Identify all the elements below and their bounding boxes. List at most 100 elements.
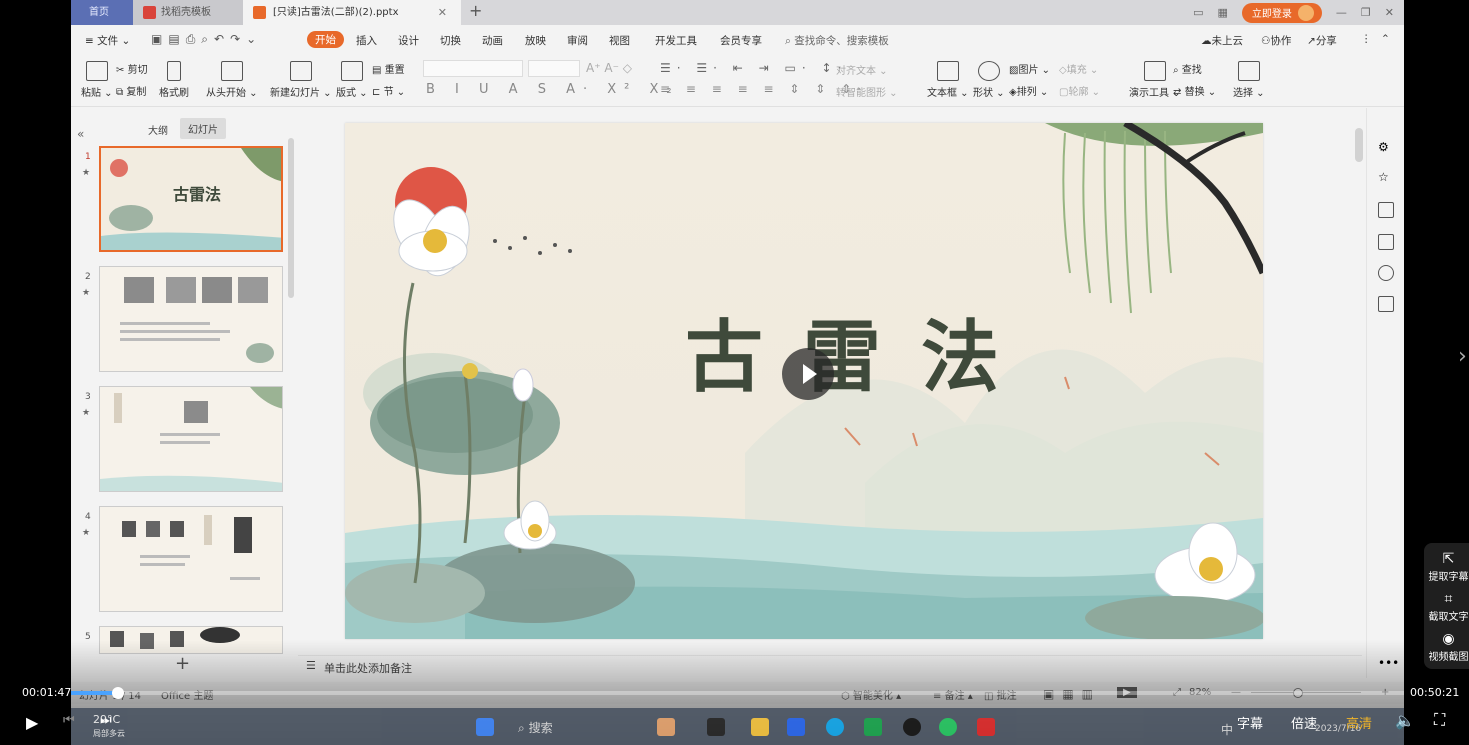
star-tool-icon[interactable]: ☆ <box>1378 170 1394 186</box>
add-slide-icon[interactable]: + <box>175 653 190 674</box>
close-window-icon[interactable]: ✕ <box>1385 6 1394 19</box>
app-icon[interactable] <box>707 718 725 736</box>
smartart-button[interactable]: 转智能图形 ⌄ <box>836 84 898 99</box>
slide-title[interactable]: 古雷法 <box>685 295 1039 407</box>
restore-icon[interactable]: ❐ <box>1361 6 1371 19</box>
quality-button[interactable]: 高清 <box>1346 713 1372 732</box>
image-tool-icon[interactable] <box>1378 234 1394 250</box>
export-icon[interactable]: ▤ <box>168 32 179 47</box>
from-start-button[interactable]: 从头开始 ⌄ <box>206 61 258 99</box>
more-icon[interactable]: ⌄ <box>246 32 256 47</box>
kebab-icon[interactable]: ⋮ <box>1361 33 1372 45</box>
ime-indicator[interactable]: 中 <box>1221 721 1233 738</box>
paste-button[interactable]: 粘贴 ⌄ <box>81 61 113 99</box>
video-screenshot-button[interactable]: ◉ 视频截图 <box>1426 631 1469 663</box>
share-button[interactable]: ↗分享 <box>1307 33 1337 48</box>
print-icon[interactable]: ⎙ <box>186 32 196 47</box>
slide-thumb-row[interactable]: 1 ★ 古雷法 <box>71 146 297 256</box>
tab-member[interactable]: 会员专享 <box>720 33 762 48</box>
slide-thumbnail[interactable] <box>99 386 283 492</box>
tab-transition[interactable]: 切换 <box>440 33 461 48</box>
preview-icon[interactable]: ⌕ <box>201 32 208 47</box>
login-button[interactable]: 立即登录 <box>1241 2 1322 23</box>
tab-templates[interactable]: 找稻壳模板 <box>133 0 243 25</box>
notes-bar[interactable]: ☰ 单击此处添加备注 <box>298 655 1362 677</box>
copy-button[interactable]: ⧉ 复制 <box>116 83 146 98</box>
section-button[interactable]: ⊏ 节 ⌄ <box>372 83 405 98</box>
video-progress-knob[interactable] <box>111 687 124 699</box>
slide-thumb-row[interactable]: 4 ★ <box>71 506 297 616</box>
slide-thumbnail[interactable] <box>99 626 283 654</box>
app-icon[interactable] <box>864 718 882 736</box>
tab-animation[interactable]: 动画 <box>482 33 503 48</box>
save-icon[interactable]: ▣ <box>151 32 162 47</box>
play-icon[interactable]: ▶ <box>26 713 38 732</box>
layout-icon[interactable]: ▭ <box>1193 6 1203 19</box>
collapse-panel-icon[interactable]: « <box>77 127 84 141</box>
tab-developer[interactable]: 开发工具 <box>655 33 697 48</box>
app-icon[interactable] <box>903 718 921 736</box>
chevron-right-icon[interactable]: › <box>1458 344 1467 369</box>
canvas-scrollbar[interactable] <box>1355 128 1363 162</box>
align-text-button[interactable]: 对齐文本 ⌄ <box>836 62 888 77</box>
command-search[interactable]: ⌕ 查找命令、搜索模板 <box>785 33 889 48</box>
slide-thumbnail[interactable] <box>99 506 283 612</box>
tab-home[interactable]: 首页 <box>71 0 133 25</box>
slide-thumb-row[interactable]: 2 ★ <box>71 266 297 376</box>
tab-document[interactable]: [只读]古雷法(二部)(2).pptx ✕ <box>243 0 461 25</box>
tab-start[interactable]: 开始 <box>307 31 344 48</box>
app-icon[interactable] <box>657 718 675 736</box>
windows-start-icon[interactable] <box>476 718 494 736</box>
cloud-status[interactable]: ☁未上云 <box>1201 33 1243 48</box>
redo-icon[interactable]: ↷ <box>230 32 240 47</box>
arrange-button[interactable]: ◈排列 ⌄ <box>1009 83 1048 98</box>
tab-view[interactable]: 视图 <box>609 33 630 48</box>
volume-icon[interactable]: 🔈 <box>1395 711 1415 730</box>
tab-outline[interactable]: 大纲 <box>148 122 168 137</box>
location-icon[interactable] <box>1378 265 1394 281</box>
tab-review[interactable]: 审阅 <box>567 33 588 48</box>
adjust-icon[interactable]: ⚙ <box>1378 140 1394 156</box>
fill-button[interactable]: ◇填充 ⌄ <box>1059 61 1098 76</box>
slide-thumbnail[interactable] <box>99 266 283 372</box>
close-tab-icon[interactable]: ✕ <box>438 0 447 25</box>
tab-design[interactable]: 设计 <box>398 33 419 48</box>
tab-slideshow[interactable]: 放映 <box>525 33 546 48</box>
outline-button[interactable]: ▢轮廓 ⌄ <box>1059 83 1100 98</box>
next-icon[interactable]: ⏭ <box>100 713 112 728</box>
reset-button[interactable]: ▤ 重置 <box>372 61 405 76</box>
store-icon[interactable] <box>787 718 805 736</box>
font-size-select[interactable] <box>528 60 580 77</box>
layout-button[interactable]: 版式 ⌄ <box>336 61 368 99</box>
subtitle-button[interactable]: 字幕 <box>1237 713 1263 732</box>
copy-tool-icon[interactable] <box>1378 202 1394 218</box>
grid-icon[interactable]: ▦ <box>1218 6 1228 19</box>
list-group[interactable]: ☰· ☰· ⇤ ⇥ ▭· ↕· <box>660 61 847 75</box>
extract-text-button[interactable]: ⌗ 截取文字 <box>1426 591 1469 623</box>
video-progress-bar[interactable] <box>71 687 1404 699</box>
more-dots-icon[interactable]: ••• <box>1378 656 1399 672</box>
select-button[interactable]: 选择 ⌄ <box>1233 61 1265 99</box>
tab-insert[interactable]: 插入 <box>356 33 377 48</box>
find-button[interactable]: ⌕ 查找 <box>1173 61 1202 76</box>
previous-icon[interactable]: ⏮ <box>63 713 75 728</box>
slide-thumbnail[interactable]: 古雷法 <box>99 146 283 252</box>
tab-slides[interactable]: 幻灯片 <box>180 118 226 139</box>
collapse-ribbon-icon[interactable]: ⌃ <box>1381 33 1390 45</box>
text-format-group[interactable]: B I U A S A· X² X₂ <box>426 82 680 97</box>
folder-icon[interactable] <box>751 718 769 736</box>
slides-scrollbar[interactable] <box>288 138 294 298</box>
wechat-icon[interactable] <box>939 718 957 736</box>
cut-button[interactable]: ✂ 剪切 <box>116 61 148 76</box>
add-tab-icon[interactable]: + <box>469 1 482 20</box>
format-painter-button[interactable]: 格式刷 <box>159 61 189 99</box>
extract-subtitles-button[interactable]: ⇱ 提取字幕 <box>1426 551 1469 583</box>
textbox-button[interactable]: 文本框 ⌄ <box>927 61 969 99</box>
video-play-overlay-icon[interactable] <box>782 348 834 400</box>
book-icon[interactable] <box>1378 296 1394 312</box>
font-grow-icon[interactable]: A⁺ A⁻ ◇ <box>586 61 632 75</box>
wps-icon[interactable] <box>977 718 995 736</box>
fullscreen-icon[interactable]: ⛶ <box>1434 710 1445 730</box>
file-menu[interactable]: ≡ 文件 ⌄ <box>85 33 130 48</box>
speed-button[interactable]: 倍速 <box>1291 713 1317 732</box>
